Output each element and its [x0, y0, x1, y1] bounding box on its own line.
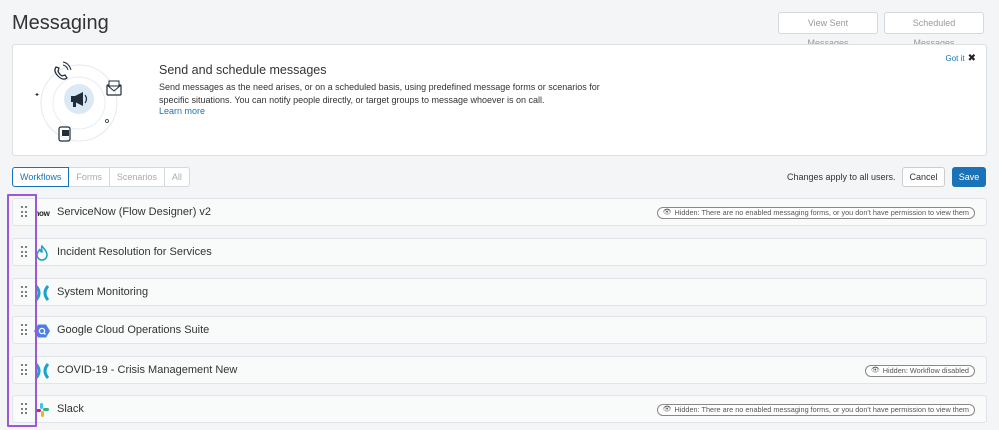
workflow-row[interactable]: System Monitoring: [12, 278, 987, 306]
hidden-status-badge: 👁 Hidden: There are no enabled messaging…: [656, 207, 975, 219]
tab-forms[interactable]: Forms: [68, 167, 110, 187]
workflow-name: ServiceNow (Flow Designer) v2: [57, 206, 212, 218]
changes-apply-note: Changes apply to all users.: [787, 172, 896, 182]
workflow-name: Google Cloud Operations Suite: [57, 324, 210, 336]
workflow-row[interactable]: Google Cloud Operations Suite: [12, 316, 987, 344]
tab-scenarios[interactable]: Scenarios: [108, 167, 165, 187]
xmatters-x-icon: [33, 284, 51, 302]
got-it-button[interactable]: Got it ✖: [945, 52, 976, 64]
xmatters-x-icon: [33, 362, 51, 380]
got-it-label: Got it: [945, 54, 965, 63]
servicenow-logo-icon: now: [34, 208, 50, 218]
eye-icon: 👁: [662, 209, 672, 216]
drag-handle-icon[interactable]: [21, 403, 27, 415]
messaging-illustration: [35, 61, 122, 142]
drag-handle-icon[interactable]: [21, 364, 27, 376]
info-card: Send and schedule messages Send messages…: [12, 44, 987, 156]
badge-text: Hidden: Workflow disabled: [882, 366, 969, 375]
drag-handle-icon[interactable]: [21, 246, 27, 258]
eye-icon: 👁: [662, 406, 672, 413]
google-cloud-hexagon-icon: [33, 322, 51, 340]
badge-text: Hidden: There are no enabled messaging f…: [674, 208, 969, 217]
workflow-name: System Monitoring: [57, 286, 149, 298]
workflow-row[interactable]: now ServiceNow (Flow Designer) v2 👁 Hidd…: [12, 198, 987, 226]
page-title: Messaging: [12, 12, 109, 34]
workflow-name: COVID-19 - Crisis Management New: [57, 364, 238, 376]
drag-handle-icon[interactable]: [21, 206, 27, 218]
badge-text: Hidden: There are no enabled messaging f…: [674, 405, 969, 414]
workflow-row[interactable]: COVID-19 - Crisis Management New 👁 Hidde…: [12, 356, 987, 384]
drag-handle-icon[interactable]: [21, 324, 27, 336]
save-button[interactable]: Save: [952, 167, 986, 187]
workflow-row[interactable]: Slack 👁 Hidden: There are no enabled mes…: [12, 395, 987, 423]
workflow-row[interactable]: Incident Resolution for Services: [12, 238, 987, 266]
filter-tabs: Workflows Forms Scenarios All: [12, 167, 190, 187]
tab-all[interactable]: All: [163, 167, 190, 187]
slack-logo-icon: [33, 401, 51, 419]
workflow-name: Incident Resolution for Services: [57, 246, 212, 258]
drag-handle-selection-highlight: [7, 194, 37, 427]
drag-handle-icon[interactable]: [21, 286, 27, 298]
hidden-status-badge: 👁 Hidden: There are no enabled messaging…: [656, 404, 975, 416]
scheduled-messages-button[interactable]: Scheduled Messages: [884, 12, 984, 48]
tab-workflows[interactable]: Workflows: [12, 167, 70, 187]
hidden-status-badge: 👁 Hidden: Workflow disabled: [864, 365, 975, 377]
view-sent-messages-button[interactable]: View Sent Messages: [778, 12, 878, 48]
info-card-title: Send and schedule messages: [159, 63, 327, 77]
eye-icon: 👁: [870, 367, 880, 374]
info-card-body: Send messages as the need arises, or on …: [159, 82, 600, 105]
learn-more-link[interactable]: Learn more: [159, 106, 205, 116]
flame-icon: [33, 244, 51, 262]
close-icon: ✖: [967, 52, 976, 64]
cancel-button[interactable]: Cancel: [902, 167, 945, 187]
workflow-name: Slack: [57, 403, 84, 415]
